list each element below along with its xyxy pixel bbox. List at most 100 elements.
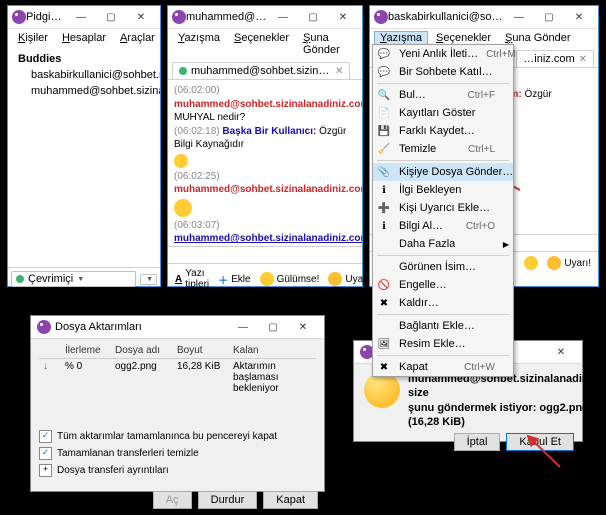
col-remaining[interactable]: Kalan — [229, 343, 316, 358]
menu-item[interactable]: Görünen İsim… — [373, 258, 513, 276]
smiley-button[interactable] — [521, 255, 541, 271]
menu-item[interactable]: 💬Yeni Anlık İleti…Ctrl+M — [373, 45, 513, 63]
tab-conversation[interactable]: muhammed@sohbet.sizinalanadiniz.com ✕ — [172, 62, 350, 79]
save-icon: 💾 — [377, 124, 391, 138]
menu-tools[interactable]: Araçlar — [114, 31, 161, 45]
status-label: Çevrimiçi — [28, 273, 73, 285]
chat-input[interactable] — [168, 246, 362, 263]
warn-button[interactable]: Uyarı! — [325, 271, 375, 287]
menu-item[interactable]: 🔍Bul…Ctrl+F — [373, 86, 513, 104]
add-icon: ➕ — [377, 201, 391, 215]
tab-label: muhammed@sohbet.sizinalanadiniz.com — [191, 65, 331, 77]
cell-filename: ogg2.png — [111, 359, 173, 396]
remove-icon: ✖ — [377, 296, 391, 310]
close-dialog-button[interactable]: Kapat — [263, 491, 318, 509]
col-progress[interactable]: İlerleme — [61, 343, 111, 358]
btn-label: Yazı tipleri — [185, 268, 209, 290]
window-title: baskabirkullanici@sohbet.sizin… — [388, 11, 504, 23]
checkbox-clear-finished[interactable]: ✓Tamamlanan transferleri temizle — [39, 447, 316, 460]
menu-sendto[interactable]: Şuna Gönder — [499, 31, 576, 45]
checkbox-close-on-finish[interactable]: ✓Tüm aktarımlar tamamlanınca bu pencerey… — [39, 430, 316, 443]
tab-conversation[interactable]: …iniz.com ✕ — [516, 50, 594, 67]
close-button[interactable]: ✕ — [328, 7, 358, 27]
col-size[interactable]: Boyut — [173, 343, 229, 358]
expand-details[interactable]: +Dosya transferi ayrıntıları — [39, 464, 316, 477]
menu-conversation[interactable]: Yazışma — [172, 31, 226, 57]
menu-label: Kişi Uyarıcı Ekle… — [399, 202, 490, 214]
download-icon: ↓ — [39, 359, 61, 396]
smile-emoji-icon — [364, 372, 400, 408]
titlebar[interactable]: baskabirkullanici@sohbet.sizin… — ▢ ✕ — [370, 6, 598, 29]
titlebar[interactable]: Dosya Aktarımları — ▢ ✕ — [31, 316, 324, 339]
buddy-item[interactable]: muhammed@sohbet.sizinalana… — [12, 83, 156, 99]
maximize-button[interactable]: ▢ — [534, 7, 564, 27]
cancel-button[interactable]: İptal — [454, 433, 501, 451]
menu-item[interactable]: 🚫Engelle… — [373, 276, 513, 294]
stop-button[interactable]: Durdur — [198, 491, 258, 509]
menu-item[interactable]: 💾 Farklı Kaydet… — [373, 122, 513, 140]
minimize-button[interactable]: — — [504, 7, 534, 27]
menu-label: Engelle… — [399, 279, 447, 291]
menu-item[interactable]: ℹİlgi Bekleyen — [373, 181, 513, 199]
close-button[interactable]: ✕ — [288, 317, 318, 337]
menu-item[interactable]: ✖Kaldır… — [373, 294, 513, 312]
table-row[interactable]: ↓ % 0 ogg2.png 16,28 KiB Aktarımın başla… — [39, 359, 316, 396]
chat-log: (06:02:00) muhammed@sohbet.sizinalanadin… — [168, 80, 362, 246]
smile-emoji-icon — [524, 256, 538, 270]
buddy-item[interactable]: baskabirkullanici@sohbet.sizin… — [12, 67, 156, 83]
chevron-down-icon: ▼ — [77, 276, 84, 283]
accept-button[interactable]: Kabul Et — [506, 433, 574, 451]
btn-label: Ekle — [231, 274, 250, 285]
menu-accounts[interactable]: Hesaplar — [56, 31, 112, 45]
col-filename[interactable]: Dosya adı — [111, 343, 173, 358]
maximize-button[interactable]: ▢ — [298, 7, 328, 27]
maximize-button[interactable]: ▢ — [258, 317, 288, 337]
shortcut: Ctrl+O — [466, 221, 495, 232]
btn-label: Uyarı! — [564, 258, 591, 269]
chevron-down-icon: ▼ — [146, 276, 153, 283]
close-button[interactable]: ✕ — [546, 342, 576, 362]
close-button[interactable]: ✕ — [126, 7, 156, 27]
menu-item[interactable]: Daha Fazla▶ — [373, 235, 513, 253]
menu-label: Bağlantı Ekle… — [399, 320, 475, 332]
minimize-button[interactable]: — — [268, 7, 298, 27]
close-tab-icon[interactable]: ✕ — [335, 66, 343, 77]
menu-item[interactable]: 📄Kayıtları Göster — [373, 104, 513, 122]
font-button[interactable]: AYazı tipleri — [172, 267, 212, 291]
menu-item[interactable]: 📎Kişiye Dosya Gönder… — [373, 163, 513, 181]
insert-button[interactable]: ＋Ekle — [215, 271, 253, 288]
minimize-button[interactable]: — — [228, 317, 258, 337]
warn-button[interactable]: Uyarı! — [544, 255, 594, 271]
menu-item[interactable]: ✖KapatCtrl+W — [373, 358, 513, 376]
font-icon: A — [175, 274, 182, 285]
menu-options[interactable]: Seçenekler — [228, 31, 295, 57]
status-action-button[interactable]: ▼ — [140, 274, 157, 285]
menu-item[interactable]: ℹBilgi Al…Ctrl+O — [373, 217, 513, 235]
status-selector[interactable]: Çevrimiçi ▼ — [11, 271, 136, 287]
menu-options[interactable]: Seçenekler — [430, 31, 497, 45]
sender-self: muhammed@sohbet.sizinalanadiniz.com: — [174, 99, 362, 110]
titlebar[interactable]: Pidgin - Kişi … — ▢ ✕ — [8, 6, 160, 29]
smiley-button[interactable]: Gülümse! — [257, 271, 323, 287]
menu-label: Farklı Kaydet… — [399, 125, 475, 137]
maximize-button[interactable]: ▢ — [96, 7, 126, 27]
menu-contacts[interactable]: Kişiler — [12, 31, 54, 45]
menu-item[interactable]: 🧹TemizleCtrl+L — [373, 140, 513, 158]
menu-item[interactable]: 🖼Resim Ekle… — [373, 335, 513, 353]
cell-progress: % 0 — [61, 359, 111, 396]
close-tab-icon[interactable]: ✕ — [579, 54, 587, 65]
close-button[interactable]: ✕ — [564, 7, 594, 27]
menu-item[interactable]: 💬Bir Sohbete Katıl… — [373, 63, 513, 81]
menu-item[interactable]: ➕ Kişi Uyarıcı Ekle… — [373, 199, 513, 217]
menu-conversation[interactable]: Yazışma — [374, 31, 428, 45]
group-header[interactable]: Buddies — [12, 51, 156, 67]
tab-label: …iniz.com — [523, 53, 574, 65]
open-button[interactable]: Aç — [153, 491, 192, 509]
titlebar[interactable]: muhammed@sohbet.sizinalan… — ▢ ✕ — [168, 6, 362, 29]
minimize-button[interactable]: — — [66, 7, 96, 27]
menubar: Kişiler Hesaplar Araçlar Yardım — [8, 29, 160, 47]
menu-sendto[interactable]: Şuna Gönder — [297, 31, 358, 57]
user-link[interactable]: muhammed@sohbet.sizinalanadiniz.com — [174, 233, 362, 244]
menu-item[interactable]: Bağlantı Ekle… — [373, 317, 513, 335]
chat-icon: 💬 — [377, 65, 391, 79]
